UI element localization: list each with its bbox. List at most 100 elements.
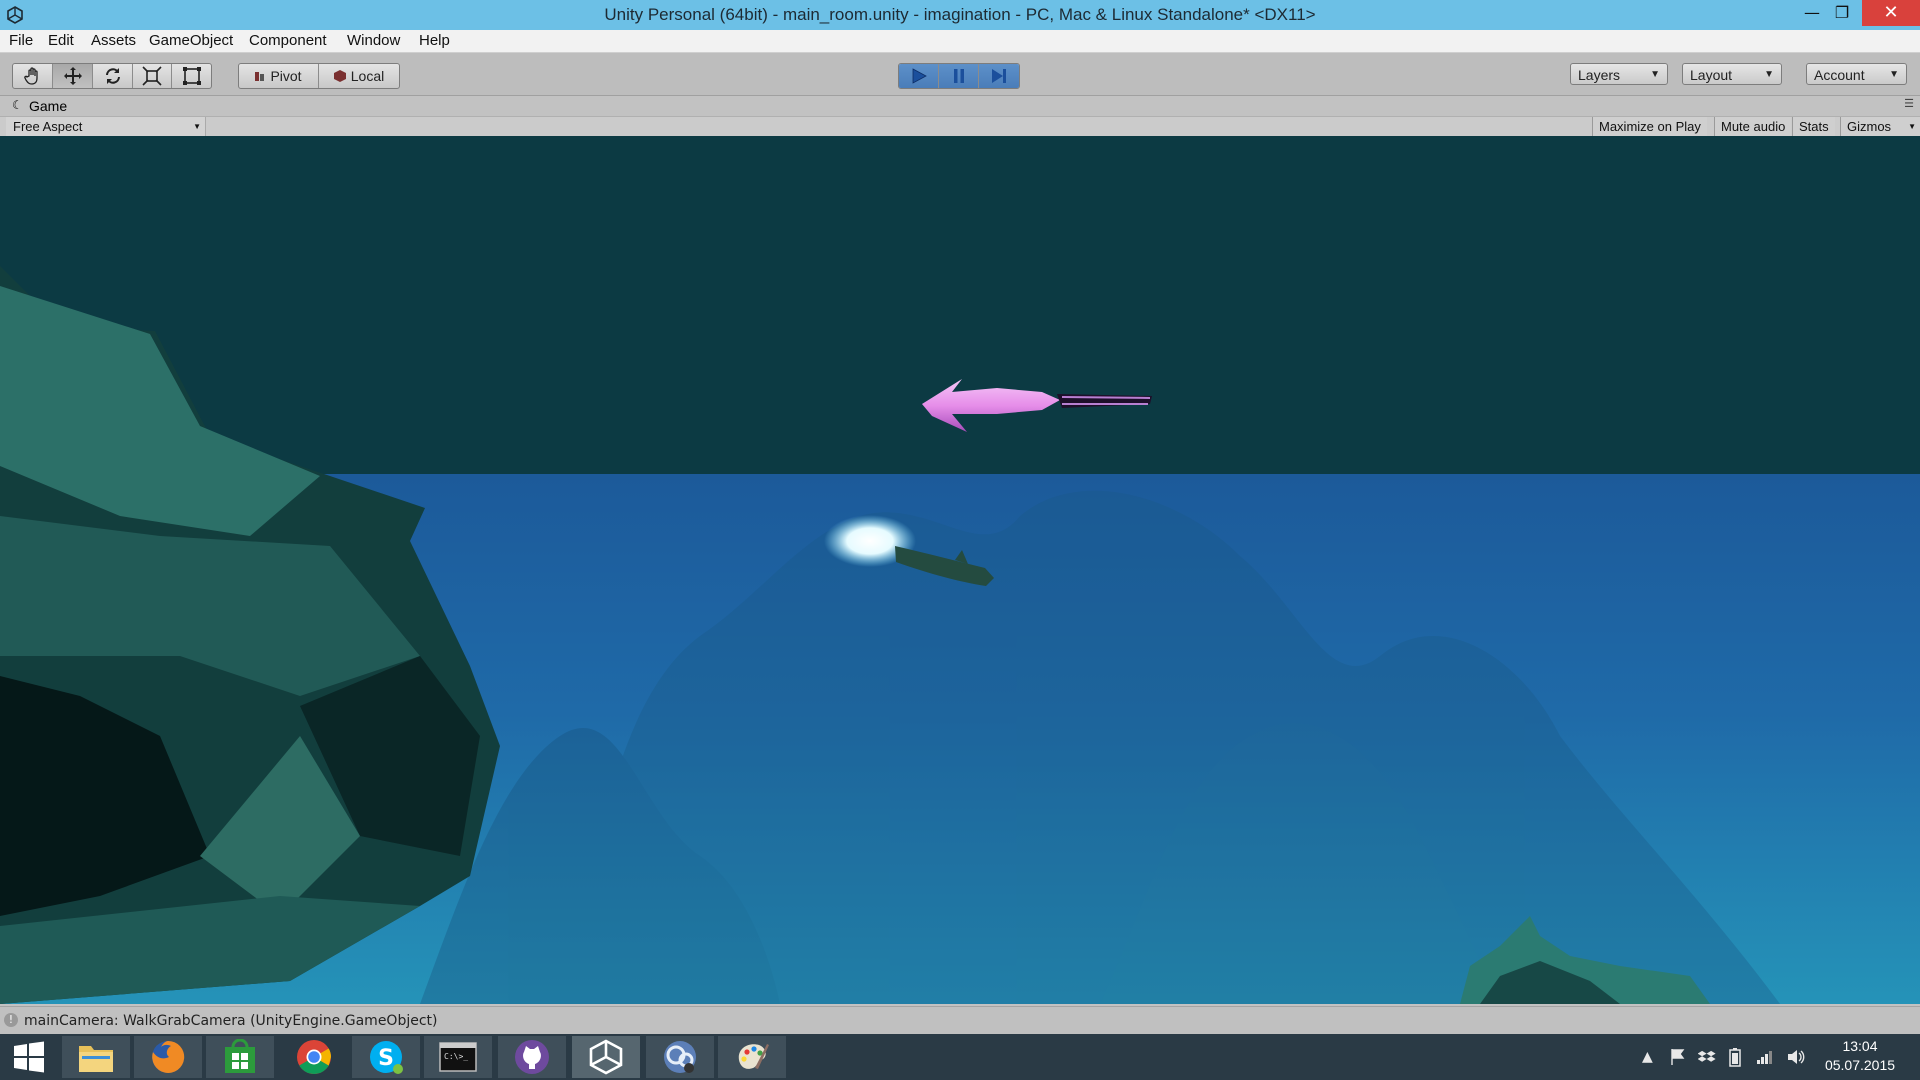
aspect-dropdown[interactable]: Free Aspect ▼ xyxy=(6,117,206,136)
taskbar-skype[interactable]: S xyxy=(352,1036,420,1078)
clock-date: 05.07.2015 xyxy=(1824,1057,1896,1073)
taskbar-paint[interactable] xyxy=(718,1036,786,1078)
layers-dropdown[interactable]: Layers ▼ xyxy=(1570,63,1668,85)
pivot-button[interactable]: Pivot xyxy=(239,64,319,88)
menu-component[interactable]: Component xyxy=(249,32,327,49)
monodevelop-icon xyxy=(664,1041,696,1073)
pause-icon xyxy=(953,69,964,83)
window-title: Unity Personal (64bit) - main_room.unity… xyxy=(604,5,1316,24)
skype-icon: S xyxy=(370,1041,403,1074)
taskbar-chrome[interactable] xyxy=(280,1036,348,1078)
main-toolbar: Pivot Local Layers ▼ Layout ▼ Account ▼ xyxy=(0,53,1920,96)
step-button[interactable] xyxy=(979,64,1019,88)
move-tool-button[interactable] xyxy=(53,64,93,88)
move-icon xyxy=(63,67,82,85)
firefox-icon xyxy=(152,1040,185,1073)
game-viewport[interactable] xyxy=(0,136,1920,1004)
menu-help[interactable]: Help xyxy=(419,32,450,49)
account-dropdown[interactable]: Account ▼ xyxy=(1806,63,1907,85)
rotate-tool-button[interactable] xyxy=(93,64,133,88)
local-label: Local xyxy=(350,68,385,84)
local-icon xyxy=(333,70,346,82)
maximize-button[interactable]: ❐ xyxy=(1822,0,1862,26)
volume-icon[interactable] xyxy=(1786,1034,1806,1080)
start-button[interactable] xyxy=(0,1036,58,1078)
svg-text:C:\>_: C:\>_ xyxy=(444,1052,468,1061)
mute-audio-toggle[interactable]: Mute audio xyxy=(1714,117,1792,136)
rect-tool-button[interactable] xyxy=(172,64,211,88)
taskbar: S C:\>_ ▲ 13:04 05.07.2015 xyxy=(0,1034,1920,1080)
chevron-down-icon: ▼ xyxy=(1908,122,1916,131)
pause-button[interactable] xyxy=(939,64,979,88)
aspect-label: Free Aspect xyxy=(13,119,83,134)
step-icon xyxy=(992,69,1006,83)
battery-icon[interactable] xyxy=(1728,1034,1742,1080)
game-view-controls: Free Aspect ▼ Maximize on Play Mute audi… xyxy=(0,116,1920,137)
window-title-bar[interactable]: Unity Personal (64bit) - main_room.unity… xyxy=(0,0,1920,30)
taskbar-github[interactable] xyxy=(498,1036,566,1078)
chevron-down-icon: ▼ xyxy=(1764,69,1774,80)
menu-bar: File Edit Assets GameObject Component Wi… xyxy=(0,30,1920,53)
status-bar: ! mainCamera: WalkGrabCamera (UnityEngin… xyxy=(0,1006,1920,1035)
github-icon xyxy=(515,1040,549,1074)
stats-toggle[interactable]: Stats xyxy=(1792,117,1835,136)
play-icon xyxy=(912,68,927,84)
game-controller-icon: ☾ xyxy=(12,98,23,112)
rotate-icon xyxy=(105,68,120,84)
game-scene xyxy=(0,136,1920,1004)
pivot-icon xyxy=(255,72,265,81)
paint-icon xyxy=(738,1044,769,1069)
taskbar-unity[interactable] xyxy=(572,1036,640,1078)
maximize-on-play-toggle[interactable]: Maximize on Play xyxy=(1592,117,1707,136)
scale-icon xyxy=(142,66,162,86)
panel-menu-icon[interactable]: ☰ xyxy=(1904,97,1914,110)
layout-dropdown[interactable]: Layout ▼ xyxy=(1682,63,1782,85)
dropbox-icon[interactable] xyxy=(1697,1034,1716,1080)
hand-tool-button[interactable] xyxy=(13,64,53,88)
gizmos-label: Gizmos xyxy=(1847,119,1892,134)
scale-tool-button[interactable] xyxy=(133,64,172,88)
svg-text:S: S xyxy=(378,1046,394,1071)
transform-tools xyxy=(12,63,212,89)
windows-logo-icon xyxy=(14,1041,44,1073)
gizmos-dropdown[interactable]: Gizmos ▼ xyxy=(1840,117,1920,136)
action-center-flag-icon[interactable] xyxy=(1670,1034,1686,1080)
rect-tool-icon xyxy=(182,67,201,85)
menu-file[interactable]: File xyxy=(9,32,33,49)
hand-icon xyxy=(23,67,38,85)
surface-sky xyxy=(0,136,1920,474)
taskbar-store[interactable] xyxy=(206,1036,274,1078)
pivot-label: Pivot xyxy=(270,68,302,84)
local-button[interactable]: Local xyxy=(319,64,399,88)
status-message[interactable]: mainCamera: WalkGrabCamera (UnityEngine.… xyxy=(24,1013,438,1029)
close-button[interactable]: ✕ xyxy=(1862,0,1920,26)
menu-gameobject[interactable]: GameObject xyxy=(149,32,233,49)
chrome-icon xyxy=(297,1040,331,1074)
layers-label: Layers xyxy=(1578,67,1621,83)
chevron-down-icon: ▼ xyxy=(1889,69,1899,80)
account-label: Account xyxy=(1814,67,1865,83)
system-clock[interactable]: 13:04 05.07.2015 xyxy=(1822,1037,1898,1075)
signal-icon[interactable] xyxy=(1756,1034,1774,1080)
folder-icon xyxy=(79,1046,113,1072)
menu-assets[interactable]: Assets xyxy=(91,32,136,49)
pivot-toggles: Pivot Local xyxy=(238,63,400,89)
terminal-icon: C:\>_ xyxy=(439,1042,477,1072)
clock-time: 13:04 xyxy=(1842,1038,1878,1054)
menu-window[interactable]: Window xyxy=(347,32,400,49)
taskbar-command-prompt[interactable]: C:\>_ xyxy=(424,1036,492,1078)
taskbar-monodevelop[interactable] xyxy=(646,1036,714,1078)
play-button[interactable] xyxy=(899,64,939,88)
chevron-down-icon: ▼ xyxy=(193,122,201,131)
tab-game[interactable]: Game xyxy=(29,98,67,114)
store-icon xyxy=(225,1039,255,1073)
chevron-down-icon: ▼ xyxy=(1650,69,1660,80)
taskbar-file-explorer[interactable] xyxy=(62,1036,130,1078)
layout-label: Layout xyxy=(1690,67,1733,83)
unity-icon xyxy=(589,1039,623,1075)
menu-edit[interactable]: Edit xyxy=(48,32,74,49)
info-icon: ! xyxy=(4,1013,18,1027)
taskbar-firefox[interactable] xyxy=(134,1036,202,1078)
tray-overflow-icon[interactable]: ▲ xyxy=(1642,1034,1653,1080)
game-tab-header: ☾ Game ☰ xyxy=(0,96,1920,116)
